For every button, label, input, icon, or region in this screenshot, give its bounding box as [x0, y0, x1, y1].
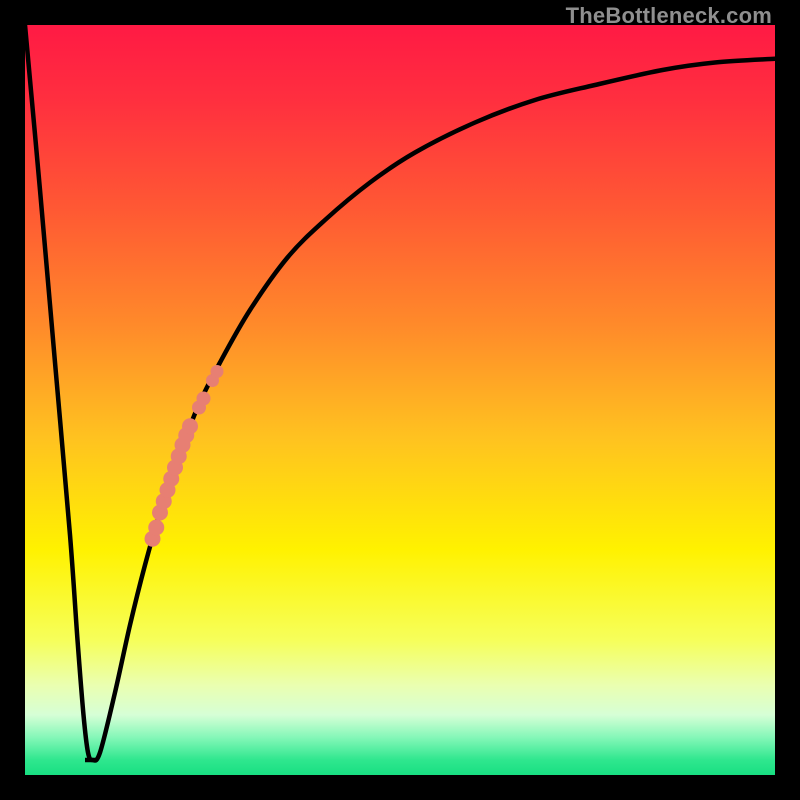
plot-area: [25, 25, 775, 775]
highlight-dot: [197, 392, 211, 406]
outer-frame: TheBottleneck.com: [0, 0, 800, 800]
highlight-dot: [182, 418, 198, 434]
curve-layer: [25, 25, 775, 775]
highlight-dots: [145, 365, 224, 547]
highlight-dot: [148, 520, 164, 536]
watermark-text: TheBottleneck.com: [566, 3, 772, 29]
bottleneck-curve: [25, 25, 775, 761]
highlight-dot: [211, 365, 224, 378]
